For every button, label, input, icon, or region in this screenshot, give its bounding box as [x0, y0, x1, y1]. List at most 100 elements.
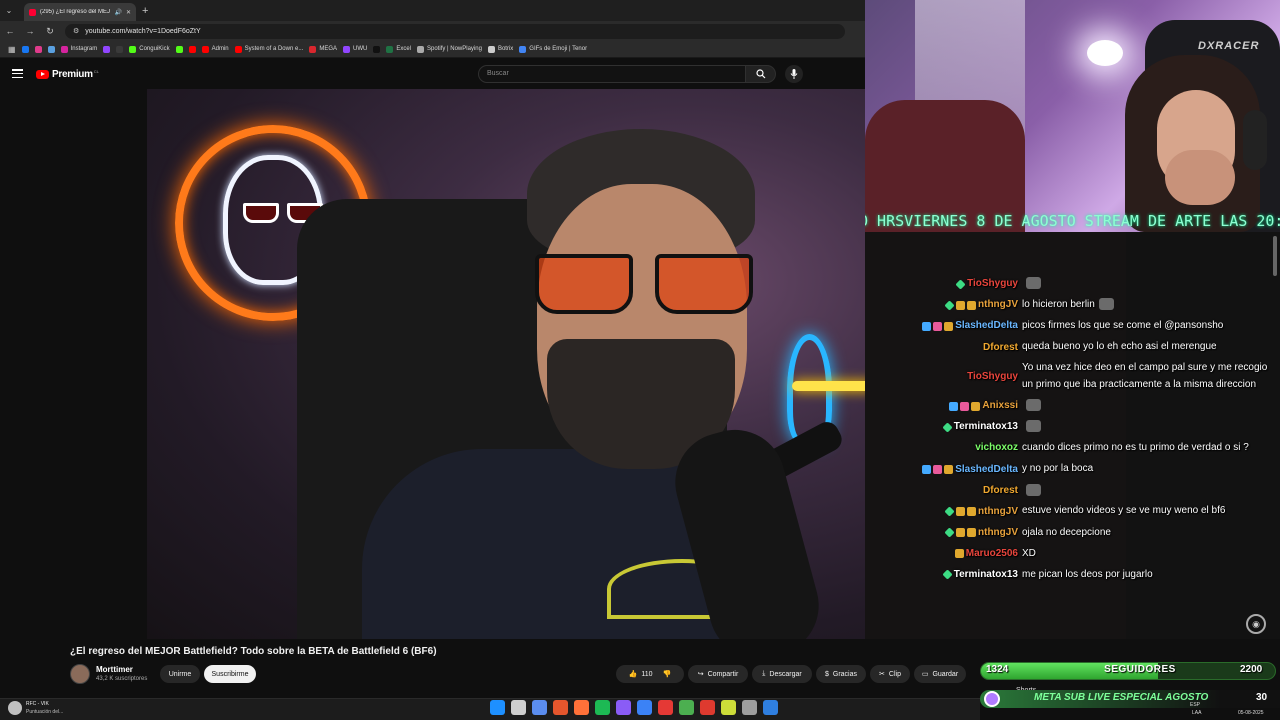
new-tab-button[interactable]: + [142, 5, 148, 17]
taskbar-app-icon[interactable] [511, 700, 526, 715]
chat-username[interactable]: SlashedDelta [955, 318, 1018, 334]
bookmark-item[interactable]: GIFs de Emoji | Tenor [519, 45, 588, 53]
bookmark-item[interactable] [175, 45, 183, 53]
bookmark-item[interactable]: Instagram [60, 45, 97, 53]
chat-username[interactable]: SlashedDelta [955, 462, 1018, 478]
like-icon[interactable]: 👍 [629, 670, 638, 678]
share-button[interactable]: ↪ Compartir [688, 665, 748, 683]
tab-search-chevron-icon[interactable]: ⌄ [0, 0, 18, 21]
bookmark-favicon-icon [188, 45, 196, 53]
taskbar-app-icon[interactable] [490, 700, 505, 715]
bookmark-label: GIFs de Emoji | Tenor [529, 46, 588, 52]
chat-username[interactable]: nthngJV [978, 297, 1018, 313]
bookmark-favicon-icon [21, 45, 29, 53]
bookmark-item[interactable]: System of a Down e... [234, 45, 304, 53]
chat-username[interactable]: nthngJV [978, 525, 1018, 541]
taskbar-app-icon[interactable] [679, 700, 694, 715]
chat-username[interactable]: vichoxoz [975, 440, 1018, 456]
bookmark-favicon-icon [309, 45, 317, 53]
like-dislike-group[interactable]: 👍 110 👎 [616, 665, 684, 683]
widget-subtitle[interactable]: Puntuación del... [26, 709, 63, 715]
chat-username[interactable]: Terminatox13 [954, 419, 1018, 435]
taskbar-app-icon[interactable] [595, 700, 610, 715]
search-button[interactable] [746, 65, 776, 83]
chat-username[interactable]: Maruo2506 [966, 546, 1018, 562]
search-icon [755, 69, 765, 79]
chat-username[interactable]: TioShyguy [967, 369, 1018, 385]
dislike-icon[interactable]: 👎 [663, 670, 672, 678]
taskbar-app-icon[interactable] [532, 700, 547, 715]
omnibox[interactable]: ⚙ youtube.com/watch?v=1DoedF6oZtY [65, 23, 845, 39]
browser-tab[interactable]: (295) ¿El regreso del MEJOR 🔊 ✕ [24, 3, 136, 21]
taskbar-app-icon[interactable] [742, 700, 757, 715]
close-tab-icon[interactable]: ✕ [126, 9, 131, 16]
bookmark-item[interactable]: Excel [386, 45, 411, 53]
bookmark-item[interactable] [116, 45, 124, 53]
chat-username[interactable]: nthngJV [978, 504, 1018, 520]
channel-name[interactable]: Morttimer [96, 665, 133, 674]
reload-icon[interactable]: ↻ [45, 26, 55, 37]
keyboard-language[interactable]: ESP [1190, 702, 1200, 708]
chat-username[interactable]: Dforest [983, 340, 1018, 356]
clock-date[interactable]: 05-08-2025 [1238, 710, 1264, 716]
taskbar-app-icon[interactable] [763, 700, 778, 715]
bookmark-label: Spotify | NowPlaying [427, 46, 482, 52]
chat-username[interactable]: Anixssi [982, 398, 1018, 414]
taskbar-app-icon[interactable] [700, 700, 715, 715]
widget-title[interactable]: RFC - VIK [26, 701, 49, 707]
bookmark-item[interactable] [21, 45, 29, 53]
speaker-icon[interactable]: 🔊 [114, 9, 121, 16]
bookmark-item[interactable]: Admin [201, 45, 229, 53]
youtube-premium-logo[interactable]: Premium CL [36, 69, 99, 80]
bookmark-item[interactable] [188, 45, 196, 53]
subscribe-button[interactable]: Suscribirme [204, 665, 256, 683]
bookmark-item[interactable]: UWU [343, 45, 367, 53]
hamburger-menu-icon[interactable] [12, 69, 23, 79]
site-info-icon[interactable]: ⚙ [73, 27, 79, 35]
bookmark-item[interactable] [34, 45, 42, 53]
bookmark-item[interactable]: Spotify | NowPlaying [417, 45, 482, 53]
chat-text: me pican los deos por jugarlo [1022, 568, 1153, 580]
save-button[interactable]: ▭ Guardar [914, 665, 966, 683]
chat-username[interactable]: TioShyguy [967, 276, 1018, 292]
bookmark-item[interactable] [47, 45, 55, 53]
voice-search-button[interactable] [785, 65, 803, 83]
bookmark-item[interactable]: MEGA [309, 45, 337, 53]
chat-message: Anixssi [880, 398, 1280, 415]
taskbar-app-icon[interactable] [553, 700, 568, 715]
video-player[interactable] [147, 89, 865, 639]
search-input[interactable]: Buscar [478, 65, 746, 83]
chat-message: nthngJV estuve viendo videos y se ve muy … [880, 503, 1280, 520]
bookmark-favicon-icon [417, 45, 425, 53]
thanks-button[interactable]: $ Gracias [816, 665, 866, 683]
chat-emote-icon [1026, 399, 1041, 412]
channel-avatar[interactable] [70, 664, 90, 684]
microphone-icon [790, 69, 798, 79]
chat-badge-icon [971, 401, 981, 411]
taskbar-app-icon[interactable] [616, 700, 631, 715]
taskbar-app-icon[interactable] [721, 700, 736, 715]
apps-grid-icon[interactable]: ▦ [8, 45, 16, 54]
chat-badge-icon [922, 321, 932, 331]
chat-message: vichoxoz cuando dices primo no es tu prim… [880, 440, 1280, 457]
join-button[interactable]: Unirme [160, 665, 200, 683]
download-button[interactable]: ⤓ Descargar [752, 665, 812, 683]
taskbar-app-icon[interactable] [574, 700, 589, 715]
bookmark-item[interactable] [373, 45, 381, 53]
chat-username[interactable]: Terminatox13 [954, 567, 1018, 583]
chat-username[interactable]: Dforest [983, 483, 1018, 499]
taskbar-app-icon[interactable] [658, 700, 673, 715]
forward-arrow-icon[interactable]: → [25, 26, 35, 36]
bookmark-item[interactable] [103, 45, 111, 53]
bookmark-label: System of a Down e... [244, 46, 304, 52]
chat-scrollbar[interactable] [1273, 236, 1277, 276]
chat-badge-icon [956, 507, 965, 517]
widget-icon[interactable] [8, 701, 22, 715]
taskbar-app-icon[interactable] [637, 700, 652, 715]
bookmark-item[interactable]: Botrix [487, 45, 513, 53]
keyboard-layout[interactable]: LAA [1192, 710, 1201, 716]
back-arrow-icon[interactable]: ← [5, 26, 15, 36]
bookmark-item[interactable]: ConguiKick [129, 45, 170, 53]
clip-button[interactable]: ✂ Clip [870, 665, 910, 683]
chat-message: Maruo2506 XD [880, 546, 1280, 563]
